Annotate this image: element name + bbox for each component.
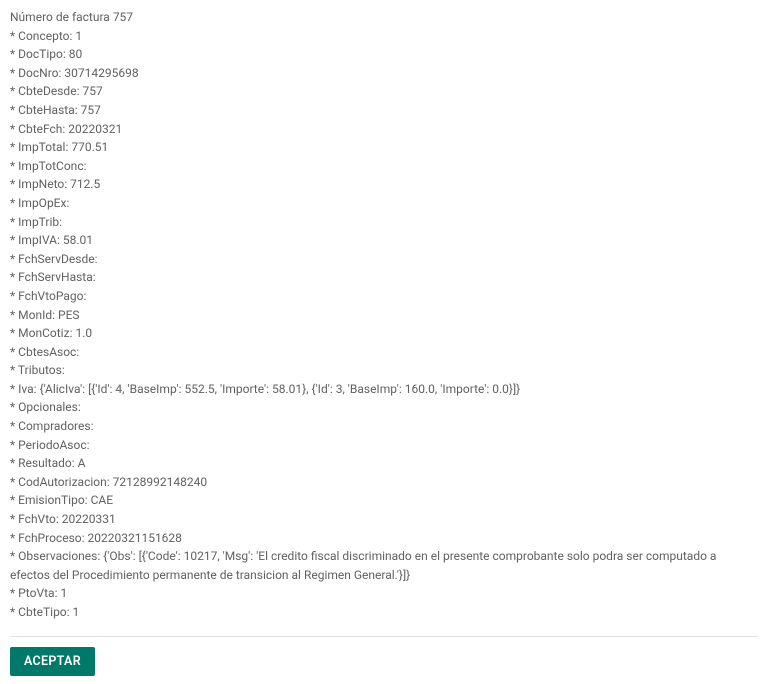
field-row: * ImpNeto: 712.5 [10, 175, 758, 194]
field-row: * Resultado: A [10, 454, 758, 473]
field-label: Resultado [18, 456, 72, 470]
field-value: 770.51 [71, 140, 108, 154]
field-row: * ImpTrib: [10, 213, 758, 232]
field-row: * EmisionTipo: CAE [10, 491, 758, 510]
invoice-header-number: 757 [113, 10, 133, 24]
field-value: 712.5 [70, 177, 100, 191]
field-row: * MonId: PES [10, 306, 758, 325]
field-value: A [78, 456, 86, 470]
field-label: ImpTrib [18, 215, 59, 229]
field-row: * Compradores: [10, 417, 758, 436]
field-label: PtoVta [18, 586, 54, 600]
field-value: 30714295698 [64, 66, 138, 80]
field-row: * FchServHasta: [10, 268, 758, 287]
field-row: * PeriodoAsoc: [10, 436, 758, 455]
field-label: ImpTotConc [18, 159, 83, 173]
invoice-fields: * Concepto: 1 * DocTipo: 80 * DocNro: 30… [10, 27, 758, 622]
field-label: ImpNeto [18, 177, 64, 191]
field-row: * FchServDesde: [10, 250, 758, 269]
field-value: 757 [82, 84, 102, 98]
field-label: Concepto [18, 29, 69, 43]
field-value: 72128992148240 [113, 475, 207, 489]
invoice-detail-content: Número de factura 757 * Concepto: 1 * Do… [10, 8, 758, 622]
field-row: * DocNro: 30714295698 [10, 64, 758, 83]
field-value: 20220331 [62, 512, 116, 526]
field-row: * MonCotiz: 1.0 [10, 324, 758, 343]
field-label: Iva [18, 382, 34, 396]
field-row: * PtoVta: 1 [10, 584, 758, 603]
field-label: CodAutorizacion [18, 475, 107, 489]
field-label: ImpOpEx [18, 196, 66, 210]
field-label: CbteDesde [18, 84, 76, 98]
field-row: * Opcionales: [10, 398, 758, 417]
field-label: ImpIVA [18, 233, 57, 247]
field-row: * ImpOpEx: [10, 194, 758, 213]
field-label: CbteHasta [18, 103, 75, 117]
field-label: DocNro [18, 66, 58, 80]
field-label: DocTipo [18, 47, 63, 61]
field-value: 58.01 [63, 233, 93, 247]
field-row: * CbteDesde: 757 [10, 82, 758, 101]
field-value: 1 [75, 29, 82, 43]
field-row: * FchVto: 20220331 [10, 510, 758, 529]
field-value: 20220321 [68, 122, 122, 136]
field-row: * ImpTotConc: [10, 157, 758, 176]
field-row: * CbtesAsoc: [10, 343, 758, 362]
field-value: 1.0 [75, 326, 92, 340]
field-value: 20220321151628 [88, 531, 182, 545]
field-row: * ImpTotal: 770.51 [10, 138, 758, 157]
field-label: CbtesAsoc [18, 345, 76, 359]
field-label: FchProceso [18, 531, 81, 545]
field-label: ImpTotal [18, 140, 65, 154]
field-row: * FchProceso: 20220321151628 [10, 529, 758, 548]
field-label: EmisionTipo [18, 493, 85, 507]
field-value: {'Obs': [{'Code': 10217, 'Msg': 'El cred… [10, 549, 716, 582]
field-label: CbteTipo [18, 605, 67, 619]
field-label: Opcionales [18, 400, 78, 414]
field-row: * CodAutorizacion: 72128992148240 [10, 473, 758, 492]
field-label: FchServHasta [18, 270, 93, 284]
field-label: FchVto [18, 512, 56, 526]
field-label: MonCotiz [18, 326, 69, 340]
field-value: 80 [69, 47, 83, 61]
field-label: PeriodoAsoc [18, 438, 86, 452]
invoice-header: Número de factura 757 [10, 8, 758, 27]
field-row: * Iva: {'AlicIva': [{'Id': 4, 'BaseImp':… [10, 380, 758, 399]
field-row: * CbteHasta: 757 [10, 101, 758, 120]
field-label: Compradores [18, 419, 90, 433]
field-label: CbteFch [18, 122, 62, 136]
field-value: {'AlicIva': [{'Id': 4, 'BaseImp': 552.5,… [40, 382, 521, 396]
field-value: 1 [73, 605, 80, 619]
field-label: Tributos [18, 363, 62, 377]
field-label: Observaciones [18, 549, 97, 563]
field-row: * Tributos: [10, 361, 758, 380]
field-label: MonId [18, 308, 52, 322]
field-row: * CbteFch: 20220321 [10, 120, 758, 139]
field-row: * ImpIVA: 58.01 [10, 231, 758, 250]
field-value: PES [58, 308, 80, 322]
field-label: FchVtoPago [18, 289, 83, 303]
field-value: CAE [91, 493, 113, 507]
field-row: * FchVtoPago: [10, 287, 758, 306]
field-row: * Concepto: 1 [10, 27, 758, 46]
field-value: 757 [81, 103, 101, 117]
dialog-footer: ACEPTAR [10, 636, 758, 676]
field-row: * CbteTipo: 1 [10, 603, 758, 622]
invoice-header-label: Número de factura [10, 10, 110, 24]
field-value: 1 [60, 586, 67, 600]
field-row: * DocTipo: 80 [10, 45, 758, 64]
field-row: * Observaciones: {'Obs': [{'Code': 10217… [10, 547, 758, 584]
accept-button[interactable]: ACEPTAR [10, 647, 95, 676]
field-label: FchServDesde [18, 252, 94, 266]
